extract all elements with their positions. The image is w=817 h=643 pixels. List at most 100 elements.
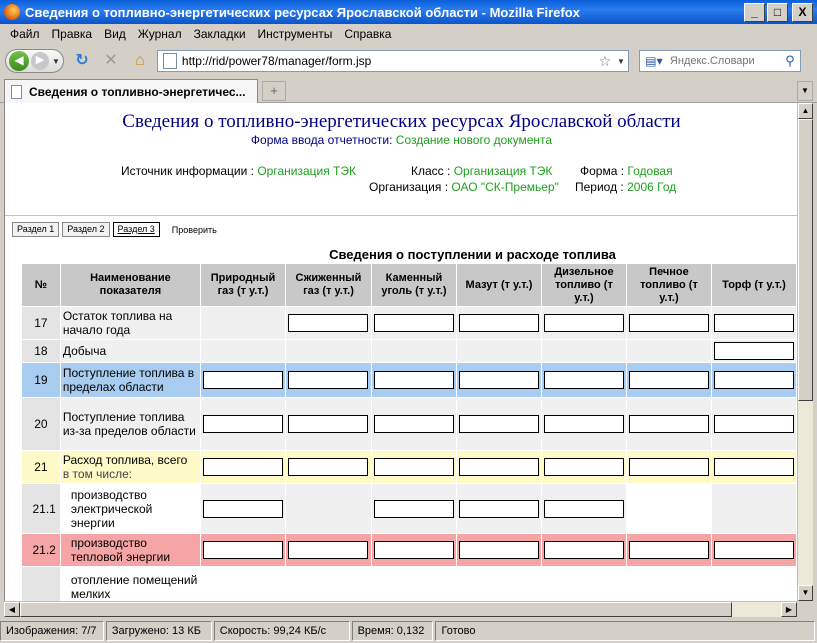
value-input[interactable] [628,541,709,559]
value-input[interactable] [628,371,709,389]
value-input[interactable] [288,371,369,389]
menu-view[interactable]: Вид [104,27,126,41]
value-cell[interactable] [625,533,712,567]
bookmark-star-icon[interactable]: ☆ [596,53,614,70]
new-tab-button[interactable]: + [262,81,286,101]
scroll-right-arrow-icon[interactable]: ▶ [781,602,797,617]
value-cell[interactable] [285,306,372,340]
value-cell[interactable] [455,483,542,534]
value-input[interactable] [288,541,369,559]
value-input[interactable] [373,541,454,559]
value-cell[interactable] [370,397,457,451]
value-cell[interactable] [455,450,542,484]
value-input[interactable] [373,458,454,476]
maximize-button[interactable]: □ [767,2,788,22]
check-link[interactable]: Проверить [172,225,217,235]
tab-section-3[interactable]: Раздел 3 [112,222,160,237]
value-cell[interactable] [540,533,627,567]
value-input[interactable] [458,541,539,559]
value-cell[interactable] [370,362,457,398]
value-cell[interactable] [710,362,797,398]
tab-section-2[interactable]: Раздел 2 [62,222,110,237]
reload-icon[interactable]: ↻ [71,50,93,72]
value-input[interactable] [203,415,283,433]
value-input[interactable] [203,458,283,476]
value-input[interactable] [713,314,794,332]
value-input[interactable] [373,314,454,332]
scroll-left-arrow-icon[interactable]: ◀ [4,602,20,617]
tab-section-1[interactable]: Раздел 1 [12,222,60,237]
value-input[interactable] [373,415,454,433]
home-icon[interactable]: ⌂ [129,50,151,72]
value-input[interactable] [543,499,624,518]
value-input[interactable] [288,458,369,476]
stop-icon[interactable]: ✕ [100,50,122,72]
menu-file[interactable]: Файл [10,27,40,41]
value-cell[interactable] [540,483,627,534]
horizontal-scrollbar[interactable]: ◀ ▶ [4,601,797,617]
menu-edit[interactable]: Правка [52,27,93,41]
search-engine-icon[interactable]: ▤▾ [640,54,668,68]
back-arrow-icon[interactable]: ◀ [9,51,29,71]
value-cell[interactable] [540,362,627,398]
value-input[interactable] [203,499,283,518]
menu-history[interactable]: Журнал [138,27,182,41]
value-cell[interactable] [625,362,712,398]
value-cell[interactable] [285,362,372,398]
value-cell[interactable] [285,397,372,451]
value-cell[interactable] [710,450,797,484]
value-input[interactable] [543,371,624,389]
value-input[interactable] [543,314,624,332]
forward-arrow-icon[interactable]: ▶ [31,52,49,70]
value-cell[interactable] [200,483,286,534]
value-input[interactable] [203,541,283,559]
value-input[interactable] [628,458,709,476]
value-cell[interactable] [455,306,542,340]
menu-help[interactable]: Справка [344,27,391,41]
value-cell[interactable] [285,450,372,484]
menu-tools[interactable]: Инструменты [258,27,333,41]
scroll-up-arrow-icon[interactable]: ▲ [798,103,813,119]
value-cell[interactable] [370,306,457,340]
value-input[interactable] [543,415,624,433]
value-cell[interactable] [625,450,712,484]
close-button[interactable]: X [792,2,813,22]
minimize-button[interactable]: _ [744,2,765,22]
url-text[interactable]: http://rid/power78/manager/form.jsp [182,54,596,68]
tab-list-dropdown-icon[interactable]: ▼ [797,81,813,101]
value-input[interactable] [203,371,283,389]
value-input[interactable] [288,314,369,332]
tab-active[interactable]: Сведения о топливно-энергетичес... [4,79,258,103]
value-input[interactable] [458,415,539,433]
value-input[interactable] [713,541,794,559]
value-input[interactable] [543,541,624,559]
value-cell[interactable] [285,533,372,567]
value-cell[interactable] [455,362,542,398]
value-input[interactable] [458,499,539,518]
url-dropdown-icon[interactable]: ▼ [614,57,628,66]
value-input[interactable] [713,371,794,389]
value-cell[interactable] [710,533,797,567]
value-input[interactable] [458,371,539,389]
value-input[interactable] [543,458,624,476]
vertical-scrollbar[interactable]: ▲ ▼ [797,103,813,601]
value-cell[interactable] [540,306,627,340]
menu-bookmarks[interactable]: Закладки [194,27,246,41]
value-cell[interactable] [710,306,797,340]
value-cell[interactable] [625,306,712,340]
value-cell[interactable] [625,397,712,451]
value-cell[interactable] [540,450,627,484]
value-cell[interactable] [370,533,457,567]
value-cell[interactable] [370,450,457,484]
value-input[interactable] [713,342,794,360]
search-icon[interactable]: ⚲ [780,53,800,69]
value-input[interactable] [458,458,539,476]
value-cell[interactable] [455,533,542,567]
value-input[interactable] [288,415,369,433]
value-cell[interactable] [200,450,286,484]
value-cell[interactable] [200,533,286,567]
history-dropdown-icon[interactable]: ▼ [52,57,60,66]
scroll-down-arrow-icon[interactable]: ▼ [798,585,813,601]
value-cell[interactable] [540,397,627,451]
search-box[interactable]: ▤▾ ⚲ [638,50,801,72]
